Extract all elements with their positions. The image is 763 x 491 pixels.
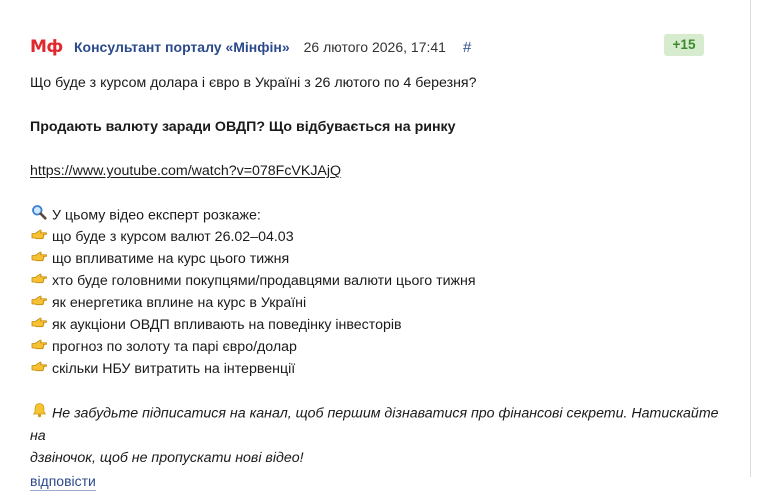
pointing-hand-icon: [30, 226, 48, 248]
post-date: 26 лютого 2026, 17:41: [303, 39, 446, 55]
pointing-hand-icon: [30, 270, 48, 292]
bullet-item: як аукціони ОВДП впливають на поведінку …: [30, 314, 720, 336]
bullet-item: хто буде головними покупцями/продавцями …: [30, 270, 720, 292]
pointing-hand-icon: [30, 336, 48, 358]
author-link[interactable]: Консультант порталу «Мінфін»: [74, 39, 290, 55]
question-text: Що буде з курсом долара і євро в Україні…: [30, 75, 477, 91]
pointing-hand-icon: [30, 358, 48, 380]
comment-body: Що буде з курсом долара і євро в Україні…: [30, 72, 720, 469]
bullet-list: що буде з курсом валют 26.02–04.03 що впл…: [30, 226, 720, 380]
bullet-text: що впливатиме на курс цього тижня: [52, 251, 290, 267]
bullet-text: прогноз по золоту та парі євро/долар: [52, 339, 297, 355]
pointing-hand-icon: [30, 292, 48, 314]
closing-line1: Не забудьте підписатися на канал, щоб пе…: [30, 405, 719, 444]
bell-icon: [30, 402, 48, 425]
minfin-logo: Мф: [30, 37, 63, 57]
pointing-hand-icon: [30, 248, 48, 270]
bullet-item: що буде з курсом валют 26.02–04.03: [30, 226, 720, 248]
bullet-text: що буде з курсом валют 26.02–04.03: [52, 229, 294, 245]
comment-post: Мф Консультант порталу «Мінфін» 26 лютог…: [30, 34, 720, 491]
bullet-item: як енергетика вплине на курс в Україні: [30, 292, 720, 314]
bullet-text: хто буде головними покупцями/продавцями …: [52, 273, 476, 289]
reply-link[interactable]: відповісти: [30, 472, 96, 491]
video-link[interactable]: https://www.youtube.com/watch?v=078FcVKJ…: [30, 163, 341, 179]
headline-text: Продають валюту заради ОВДП? Що відбуває…: [30, 119, 456, 135]
magnifier-icon: [30, 204, 48, 227]
permalink-anchor[interactable]: #: [463, 39, 471, 56]
score-badge: +15: [664, 34, 704, 56]
closing-line2: дзвіночок, щоб не пропускати нові відео!: [30, 450, 304, 466]
bullet-text: скільки НБУ витратить на інтервенції: [52, 361, 296, 377]
comment-header: Мф Консультант порталу «Мінфін» 26 лютог…: [30, 34, 720, 60]
bullet-item: що впливатиме на курс цього тижня: [30, 248, 720, 270]
bullet-text: як енергетика вплине на курс в Україні: [52, 295, 307, 311]
bullet-item: прогноз по золоту та парі євро/долар: [30, 336, 720, 358]
pointing-hand-icon: [30, 314, 48, 336]
intro-text: У цьому відео експерт розкаже:: [52, 207, 261, 224]
bullet-item: скільки НБУ витратить на інтервенції: [30, 358, 720, 380]
bullet-text: як аукціони ОВДП впливають на поведінку …: [52, 317, 402, 333]
